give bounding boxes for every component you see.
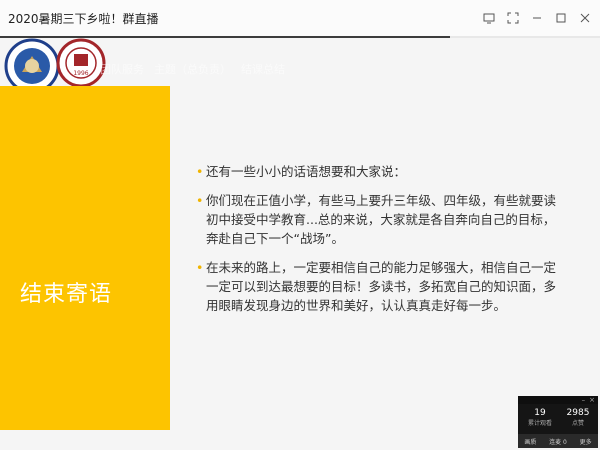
presentation-slide: 2003 1996 团队服务 主题（总负责） 结课总结 结束寄语 • 还有一些小… [0,38,600,450]
bullet-item: • 在未来的路上，一定要相信自己的能力足够强大，相信自己一定一定可以到达最想要的… [196,258,556,315]
bullet-list: • 还有一些小小的话语想要和大家说： • 你们现在正值小学，有些马上要升三年级、… [196,162,556,325]
likes-label: 点赞 [571,420,584,427]
window-controls [480,8,594,28]
close-icon[interactable]: × [589,396,595,404]
bullet-dot-icon: • [196,260,204,275]
window-title: 2020暑期三下乡啦！群直播 [8,12,159,26]
bullet-item: • 你们现在正值小学，有些马上要升三年级、四年级，有些就要读初中接受中学教育..… [196,191,556,248]
header-item-3: 结课总结 [241,63,285,76]
header-item-1: 团队服务 [100,63,144,76]
header-item-2: 主题（总负责） [154,63,231,76]
bullet-dot-icon: • [196,164,204,179]
expand-icon[interactable] [504,9,522,27]
live-stats-panel: – × 19 累计观看 2985 点赞 画质 连麦 0 更多 [518,396,598,448]
live-panel-topbar: – × [518,396,598,404]
slide-side-title: 结束寄语 [20,282,113,307]
bullet-dot-icon: • [196,193,204,208]
accent-block: 结束寄语 [0,86,170,430]
logo-right-year: 1996 [73,70,88,77]
slide-header: 团队服务 主题（总负责） 结课总结 [100,58,285,80]
viewers-label: 累计观看 [527,420,552,427]
more-button[interactable]: 更多 [580,437,592,446]
likes-stat: 2985 点赞 [558,408,598,427]
likes-count: 2985 [566,408,590,418]
bullet-item: • 还有一些小小的话语想要和大家说： [196,162,556,181]
viewers-stat: 19 累计观看 [520,408,560,427]
bullet-text: 你们现在正值小学，有些马上要升三年级、四年级，有些就要读初中接受中学教育...总… [206,193,557,246]
window-titlebar: 2020暑期三下乡啦！群直播 [0,0,600,37]
maximize-icon[interactable] [552,9,570,27]
bullet-text: 在未来的路上，一定要相信自己的能力足够强大，相信自己一定一定可以到达最想要的目标… [206,260,557,313]
minimize-icon[interactable] [528,9,546,27]
screen-icon[interactable] [480,9,498,27]
live-panel-buttons: 画质 连麦 0 更多 [518,434,598,448]
minimize-icon[interactable]: – [582,396,586,404]
quality-button[interactable]: 画质 [524,437,536,446]
close-icon[interactable] [576,9,594,27]
bullet-text: 还有一些小小的话语想要和大家说： [206,164,407,179]
viewers-count: 19 [534,408,546,418]
co-host-button[interactable]: 连麦 0 [549,437,567,446]
